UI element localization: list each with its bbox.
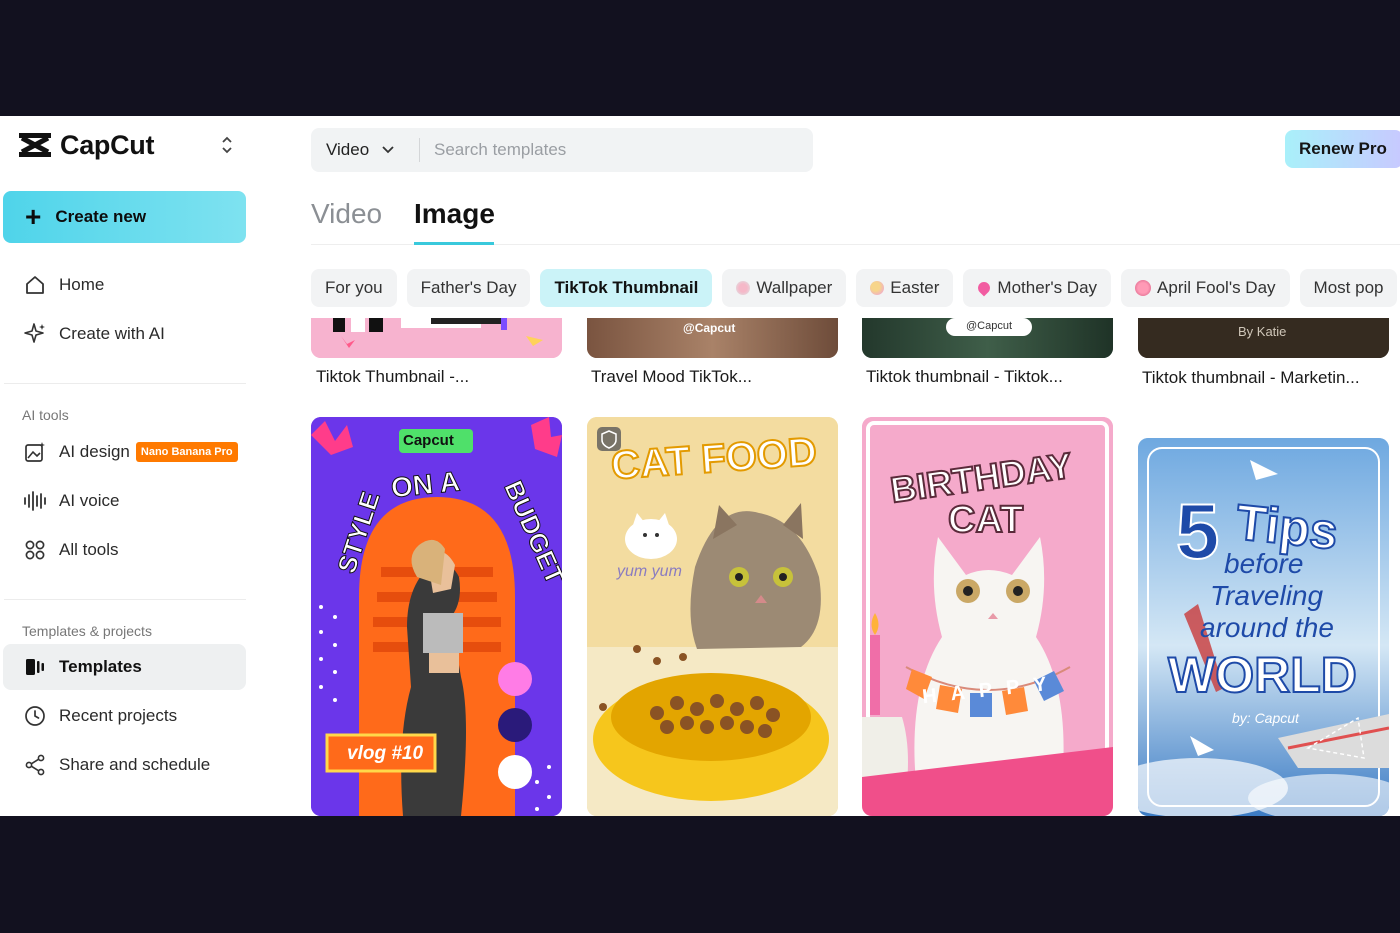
renew-pro-button[interactable]: Renew Pro [1285,130,1400,168]
template-thumbnail[interactable]: By Katie [1138,318,1389,358]
capcut-logo[interactable]: CapCut [16,128,155,162]
nav-recent-projects[interactable]: Recent projects [3,693,246,739]
share-icon [23,753,47,777]
workspace-switch-icon[interactable] [218,134,236,156]
chip-easter[interactable]: Easter [856,269,954,307]
thumbnail-watermark: @Capcut [966,320,1013,332]
card-tag: vlog #10 [347,743,424,764]
thumbnail-watermark: @Capcut [683,321,736,335]
chip-for-you[interactable]: For you [311,269,397,307]
template-title[interactable]: Tiktok thumbnail - Marketin... [1142,368,1360,388]
template-card-birthday-cat[interactable]: BIRTHDAY CAT HAPPY [862,417,1113,816]
nav-templates-label: Templates [59,657,142,676]
nav-create-with-ai-label: Create with AI [59,324,165,343]
plus-icon: + [25,201,42,232]
clock-icon [23,704,47,728]
template-card-cat-food[interactable]: CAT FOOD yum yum [587,417,838,816]
active-tab-indicator [414,242,494,245]
nav-ai-voice[interactable]: AI voice [3,478,246,524]
card-headline: CAT [947,498,1024,542]
chevron-down-icon [382,146,394,154]
chip-most-popular[interactable]: Most pop [1299,269,1398,307]
chip-label: Mother's Day [997,278,1098,297]
thumbnail-art [311,318,562,358]
category-chips: For you Father's Day TikTok Thumbnail Wa… [311,269,1398,307]
chip-label: Easter [890,278,940,297]
chip-april-fools[interactable]: April Fool's Day [1121,269,1290,307]
chip-label: April Fool's Day [1157,278,1276,297]
sidebar-divider [4,383,246,384]
tab-image[interactable]: Image [414,198,495,230]
search-input[interactable] [434,140,794,160]
template-card-5-tips-travel[interactable]: 5 Tips before Traveling around the WORLD… [1138,438,1389,816]
nav-share-schedule-label: Share and schedule [59,755,211,774]
chip-mothers-day[interactable]: Mother's Day [963,269,1112,307]
home-icon [23,273,47,297]
chip-label: Wallpaper [756,278,833,297]
card-number: 5 [1175,486,1220,576]
chip-fathers-day[interactable]: Father's Day [406,269,531,307]
nav-ai-voice-label: AI voice [59,491,120,510]
thumbnail-author: By Katie [1238,324,1287,339]
capcut-window: CapCut + Create new Home Create with AI … [0,116,1400,816]
search-type-label: Video [326,140,370,159]
chip-label: Most pop [1313,278,1384,297]
flower-icon [736,281,751,295]
capcut-logo-icon [19,133,51,157]
search-type-dropdown[interactable]: Video [311,140,419,160]
pig-icon [1135,280,1152,296]
nav-ai-design-label: AI design [59,442,130,461]
chip-tiktok-thumbnail[interactable]: TikTok Thumbnail [540,269,713,307]
nav-home[interactable]: Home [3,262,246,308]
card-headline: before [1224,548,1304,579]
nano-banana-badge: Nano Banana Pro [135,442,238,462]
sidebar: CapCut + Create new Home Create with AI … [0,116,262,816]
create-new-button[interactable]: + Create new [3,191,246,243]
chip-label: TikTok Thumbnail [554,278,699,297]
templates-icon [23,655,47,679]
heart-icon [976,279,993,297]
nav-all-tools-label: All tools [59,540,119,559]
template-title[interactable]: Tiktok thumbnail - Tiktok... [866,367,1063,387]
template-thumbnail[interactable]: @Capcut [862,318,1113,358]
search-bar: Video [311,128,813,172]
create-new-label: Create new [55,207,147,226]
nav-templates[interactable]: Templates [3,644,246,690]
card-headline: around the [1200,612,1334,643]
card-headline: WORLD [1167,646,1358,704]
template-grid: Tiktok Thumbnail -... @Capcut Travel Moo… [311,316,1400,816]
template-thumbnail[interactable]: @Capcut [587,318,838,358]
template-thumbnail[interactable] [311,318,562,358]
nav-all-tools[interactable]: All tools [3,527,246,573]
nav-create-with-ai[interactable]: Create with AI [3,311,246,357]
chip-wallpaper[interactable]: Wallpaper [722,269,847,307]
nav-home-label: Home [59,275,105,294]
nav-share-schedule[interactable]: Share and schedule [3,742,246,788]
nav-ai-design[interactable]: AI design Nano Banana Pro [3,429,246,475]
card-headline: Traveling [1210,580,1324,611]
card-byline: by: Capcut [1232,710,1299,726]
template-title[interactable]: Travel Mood TikTok... [591,367,752,387]
egg-icon [870,281,885,295]
grid-icon [23,538,47,562]
template-title[interactable]: Tiktok Thumbnail -... [316,367,469,387]
ai-design-icon [23,440,47,464]
card-brand: Capcut [403,432,454,449]
card-caption: yum yum [617,563,682,580]
templates-projects-heading: Templates & projects [22,623,152,639]
sidebar-divider [4,599,246,600]
app-name: CapCut [60,129,155,160]
tab-video[interactable]: Video [311,198,382,230]
nav-recent-projects-label: Recent projects [59,706,178,725]
sparkle-icon [23,322,47,346]
chip-label: Father's Day [420,278,517,297]
waveform-icon [23,489,47,513]
chip-label: For you [325,278,383,297]
search-separator [419,138,420,162]
ai-tools-heading: AI tools [22,407,69,423]
template-card-style-on-a-budget[interactable]: Capcut STYLE ON A BUDGET vlog #10 [311,417,562,816]
